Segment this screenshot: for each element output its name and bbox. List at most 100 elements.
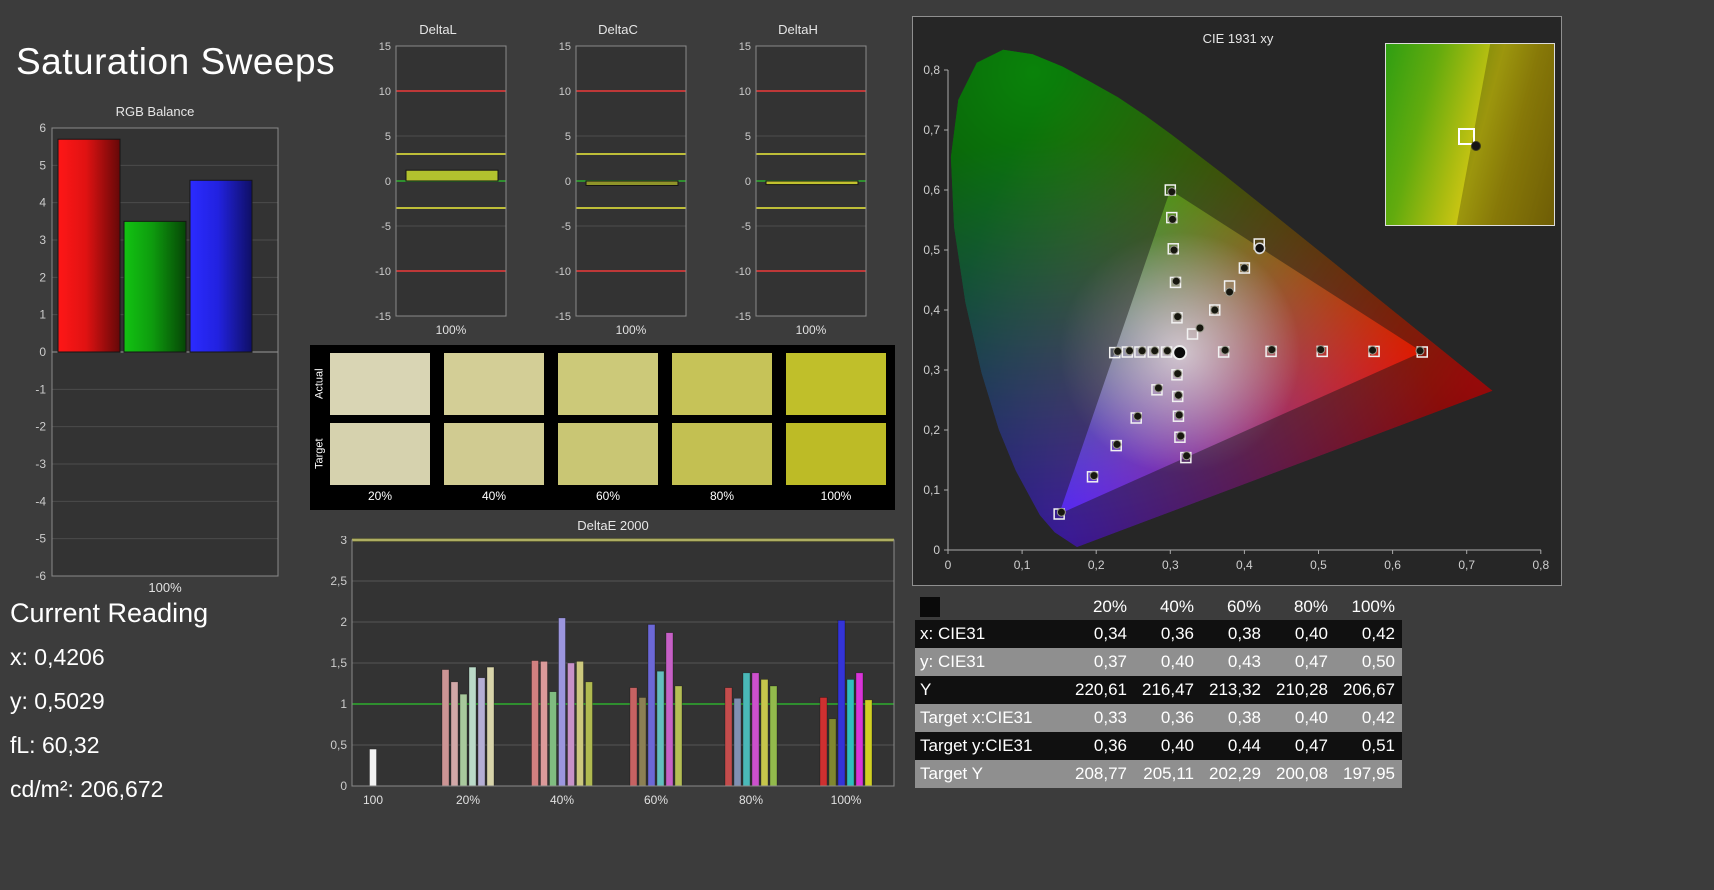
target-swatch-80%	[672, 423, 772, 485]
table-column-header: 40%	[1159, 597, 1194, 616]
table-cell: 206,67	[1343, 680, 1395, 699]
current-reading-values: x: 0,4206 y: 0,5029 fL: 60,32 cd/m²: 206,67…	[10, 644, 208, 803]
target-swatch-40%	[444, 423, 544, 485]
measured-marker-red	[1316, 345, 1326, 355]
swatch-category-label: 20%	[367, 489, 393, 503]
deltae-bar	[864, 699, 873, 787]
table-cell: 0,37	[1093, 652, 1127, 671]
reading-line: y: 0,5029	[10, 688, 105, 714]
tick-label: 15	[739, 41, 751, 53]
deltae-bar	[459, 693, 468, 787]
measured-marker-yellow	[1239, 263, 1249, 273]
measured-marker-magenta	[1176, 431, 1186, 441]
tick-label: 100%	[796, 323, 827, 337]
actual-swatch-100%	[786, 353, 886, 415]
tick-label: -10	[735, 266, 751, 278]
tick-label: 10	[739, 86, 751, 98]
swatch-row-label: Target	[313, 438, 326, 470]
tick-label: 15	[559, 41, 571, 53]
reading-line: cd/m²: 206,672	[10, 776, 164, 802]
table-cell: 0,33	[1093, 708, 1127, 727]
tick-label: 5	[385, 131, 391, 143]
tick-label: 3	[39, 233, 46, 247]
measured-marker-cyan	[1150, 346, 1160, 356]
measured-marker-green	[1167, 187, 1177, 197]
measured-marker-cyan	[1137, 346, 1147, 356]
saturation-swatches: Actual Target 20% 40% 60% 80% 100%	[310, 345, 895, 510]
deltae-bar	[760, 679, 769, 787]
table-row: Target y:CIE31 0,36 0,40 0,44 0,47 0,51	[915, 732, 1402, 760]
cie-title: CIE 1931 xy	[1203, 31, 1274, 46]
red-bar	[57, 138, 121, 353]
deltae-bar	[674, 685, 683, 787]
tick-label: 0,2	[923, 423, 940, 437]
measured-marker-cyan	[1162, 346, 1172, 356]
target-swatch-100%	[786, 423, 886, 485]
table-row-label: Y	[920, 680, 932, 699]
tick-label: 0	[745, 176, 751, 188]
tick-label: 2	[39, 270, 46, 284]
table-cell: 0,44	[1227, 736, 1261, 755]
tick-label: 0,5	[330, 738, 347, 752]
deltae-bar	[724, 687, 733, 787]
table-cell: 216,47	[1142, 680, 1194, 699]
table-cell: 208,77	[1075, 764, 1127, 783]
tick-label: 10	[379, 86, 391, 98]
deltae-bar	[629, 687, 638, 787]
measured-marker-green	[1169, 245, 1179, 255]
tick-label: 0,6	[923, 183, 940, 197]
tick-label: 0	[39, 345, 46, 359]
table-cell: 0,36	[1160, 624, 1194, 643]
tick-label: 2	[340, 615, 347, 629]
table-column-header: 80%	[1293, 597, 1328, 616]
tick-label: 0	[385, 176, 391, 188]
table-cell: 220,61	[1075, 680, 1127, 699]
tick-label: 1	[39, 308, 46, 322]
tick-label: 4	[39, 196, 46, 210]
table-cell: 202,29	[1209, 764, 1261, 783]
table-corner-swatch	[920, 597, 940, 617]
tick-label: 0,8	[1532, 558, 1549, 572]
delta-e-2000-title: DeltaE 2000	[577, 518, 649, 533]
target-swatch-20%	[330, 423, 430, 485]
tick-label: 5	[565, 131, 571, 143]
table-cell: 0,50	[1361, 652, 1395, 671]
tick-label: 0,6	[1384, 558, 1401, 572]
reading-line: fL: 60,32	[10, 732, 100, 758]
swatch-category-label: 80%	[709, 489, 735, 503]
deltae-bar	[441, 669, 450, 787]
measured-marker-green	[1173, 312, 1183, 322]
table-cell: 205,11	[1143, 764, 1194, 783]
reading-line: x: 0,4206	[10, 644, 105, 670]
tick-label: 0	[945, 558, 952, 572]
deltae-bar	[477, 677, 486, 787]
delta-l-title: DeltaL	[419, 22, 457, 37]
table-column-header: 60%	[1226, 597, 1261, 616]
table-row: y: CIE31 0,37 0,40 0,43 0,47 0,50	[915, 648, 1402, 676]
tick-label: 0	[933, 543, 940, 557]
tick-label: 0,4	[923, 303, 940, 317]
tick-label: 0	[565, 176, 571, 188]
actual-swatch-60%	[558, 353, 658, 415]
measured-marker-magenta	[1182, 451, 1192, 461]
tick-label: 0,7	[1458, 558, 1475, 572]
blue-bar	[189, 179, 253, 353]
deltae-bar	[540, 661, 548, 787]
actual-swatch-20%	[330, 353, 430, 415]
tick-label: -10	[375, 266, 391, 278]
table-row-label: Target x:CIE31	[920, 708, 1033, 727]
tick-label: -4	[35, 494, 46, 508]
deltae-bar	[468, 666, 477, 787]
current-reading: Current Reading x: 0,4206 y: 0,5029 fL: 60…	[10, 598, 208, 820]
delta-c-chart: DeltaC 15 10 5 0 -5 -10 -15 100%	[548, 22, 688, 345]
tick-label: 100%	[831, 793, 862, 807]
delta-h-title: DeltaH	[778, 22, 818, 37]
deltae-bar	[742, 672, 751, 787]
tick-label: 1	[340, 697, 347, 711]
rgb-balance-plot: 6 5 4 3 2 1 0 -1 -2 -3 -4 -5 -6 100%	[35, 121, 279, 595]
swatch-category-label: 40%	[481, 489, 507, 503]
table-cell: 0,38	[1227, 708, 1261, 727]
deltae-bar	[567, 662, 575, 787]
tick-label: 6	[39, 122, 46, 135]
measured-marker-cyan	[1125, 346, 1135, 356]
